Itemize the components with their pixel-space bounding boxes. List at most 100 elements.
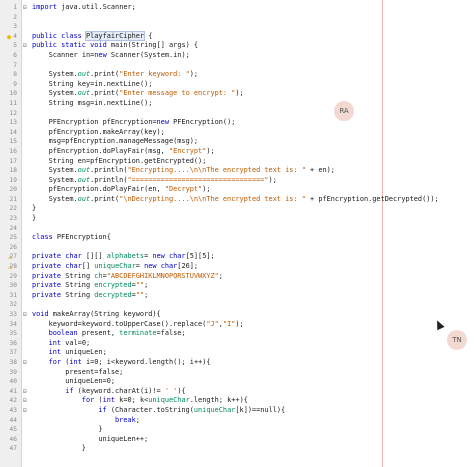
fold-collapse-icon[interactable]: ⊟	[23, 388, 27, 396]
code-token: ++){	[193, 357, 211, 366]
code-line[interactable]: 47 }	[0, 444, 474, 454]
code-token: );	[235, 319, 244, 328]
code-text: System.out.print("Enter message to encry…	[32, 89, 244, 99]
code-line[interactable]: 43 ⊟ if (Character.toString(uniqueChar[k]…	[0, 406, 474, 416]
fold-collapse-icon[interactable]: ⊟	[23, 311, 27, 319]
code-line[interactable]: 21 System.out.print("\nDecrypting....\n\…	[0, 195, 474, 205]
code-text: String en=pfEncryption.getEncrypted();	[32, 157, 207, 167]
code-token: toUpperCase	[115, 319, 161, 328]
code-line[interactable]: 5 ⊟ public static void main(String[] args)…	[0, 41, 474, 51]
code-token: ) {	[185, 41, 199, 50]
code-line[interactable]: 24	[0, 224, 474, 234]
code-line[interactable]: 11 String msg=in.nextLine();	[0, 99, 474, 109]
code-line[interactable]: 34 keyword=keyword.toUpperCase().replace…	[0, 320, 474, 330]
code-editor[interactable]: 1 ⊟ import java.util.Scanner; 2 3 4 ● public cl…	[0, 0, 474, 454]
code-line[interactable]: 20 pfEncryption.doPlayFair(en, "Decrypt"…	[0, 185, 474, 195]
collaborator-avatar-ra[interactable]: RA	[334, 101, 354, 121]
code-line[interactable]: 27 ⚠ private char [][] alphabets= new char…	[0, 252, 474, 262]
code-line[interactable]: 9 String key=in.nextLine();	[0, 80, 474, 90]
code-line[interactable]: 2	[0, 13, 474, 23]
code-line[interactable]: 46 uniqueLen++;	[0, 435, 474, 445]
fold-collapse-icon[interactable]: ⊟	[23, 407, 27, 415]
keyword: private	[32, 262, 62, 271]
code-line[interactable]: 23}	[0, 214, 474, 224]
code-line[interactable]: 10 System.out.print("Enter message to en…	[0, 89, 474, 99]
field-name: uniqueChar	[148, 396, 190, 405]
code-line[interactable]: 39 present=false;	[0, 368, 474, 378]
code-text: keyword=keyword.toUpperCase().replace("J…	[32, 320, 244, 330]
code-line[interactable]: 12	[0, 109, 474, 119]
code-line[interactable]: 19 System.out.println("=================…	[0, 176, 474, 186]
string-literal: "Encrypt"	[168, 146, 207, 155]
code-line[interactable]: 32	[0, 300, 474, 310]
code-line[interactable]: 33 ⊟ void makeArray(String keyword){	[0, 310, 474, 320]
code-text: private String ch="ABCDEFGHIKLMNOPQRSTUV…	[32, 272, 223, 282]
code-line[interactable]: 37 int uniqueLen;	[0, 348, 474, 358]
code-text: int uniqueLen;	[32, 348, 107, 358]
fold-collapse-icon[interactable]: ⊟	[23, 359, 27, 367]
code-line[interactable]: 6 Scanner in=new Scanner(System.in);	[0, 51, 474, 61]
code-line[interactable]: 4 ● public class PlayfairCipher {	[0, 30, 474, 42]
code-line[interactable]: 36 int val=0;	[0, 339, 474, 349]
code-line[interactable]: 44 break;	[0, 416, 474, 426]
code-line[interactable]: 30 private String encrypted="";	[0, 281, 474, 291]
code-token: System	[144, 50, 169, 59]
code-line[interactable]: 17 String en=pfEncryption.getEncrypted()…	[0, 157, 474, 167]
code-text: }	[32, 204, 36, 214]
keyword: public	[32, 31, 57, 40]
code-line[interactable]: 15 msg=pfEncryption.manageMessage(msg);	[0, 137, 474, 147]
code-line[interactable]: 28 ⚠ private char[] uniqueChar= new char[2…	[0, 262, 474, 272]
keyword: class	[61, 31, 82, 40]
line-number: 37	[9, 349, 17, 357]
code-text: Scanner in=new Scanner(System.in);	[32, 51, 190, 61]
code-line[interactable]: 22}	[0, 204, 474, 214]
code-line[interactable]: 40 uniqueLen=0;	[0, 377, 474, 387]
code-line[interactable]: 38 ⊟ for (int i=0; i<keyword.length(); i+…	[0, 358, 474, 368]
code-line[interactable]: 16 pfEncryption.doPlayFair(msg, "Encrypt…	[0, 147, 474, 157]
code-line[interactable]: 31 private String decrypted="";	[0, 291, 474, 301]
code-line[interactable]: 14 pfEncryption.makeArray(key);	[0, 128, 474, 138]
code-token: pfEncryption	[65, 137, 116, 146]
code-token: doPlayFair	[102, 146, 145, 155]
code-line[interactable]: 26	[0, 243, 474, 253]
code-line[interactable]: 41 ⊟ if (keyword.charAt(i)!= ' '){	[0, 387, 474, 397]
line-number: 22	[9, 205, 17, 213]
fold-collapse-icon[interactable]: ⊟	[23, 4, 27, 12]
code-line[interactable]: 35 boolean present, terminate=false;	[0, 329, 474, 339]
code-line[interactable]: 25 class PFEncryption{	[0, 233, 474, 243]
code-line[interactable]: 29 private String ch="ABCDEFGHIKLMNOPQRST…	[0, 272, 474, 282]
code-line[interactable]: 13 PFEncryption pfEncryption=new PFEncry…	[0, 118, 474, 128]
code-token: val	[65, 338, 78, 347]
code-line[interactable]: 1 ⊟ import java.util.Scanner;	[0, 3, 474, 13]
code-token: ();	[139, 98, 153, 107]
line-number: 36	[9, 339, 17, 347]
code-line[interactable]: 3	[0, 22, 474, 32]
code-line[interactable]: 18 System.out.println("Encrypting....\n\…	[0, 166, 474, 176]
code-token: =0;	[77, 338, 91, 347]
code-token: );	[181, 50, 190, 59]
string-literal: ""	[135, 281, 145, 290]
code-token: (	[106, 405, 116, 414]
line-number: 45	[9, 426, 17, 434]
code-line[interactable]: 7	[0, 61, 474, 71]
code-text: for (int i=0; i<keyword.length(); i++){	[32, 358, 211, 368]
code-token: ){	[177, 386, 186, 395]
code-token: manageMessage	[119, 137, 174, 146]
line-number: 19	[9, 176, 17, 184]
fold-collapse-icon[interactable]: ⊟	[23, 42, 27, 50]
line-number: 2	[13, 13, 17, 21]
code-line[interactable]: 42 ⊟ for (int k=0; k<uniqueChar.length; k…	[0, 396, 474, 406]
code-line[interactable]: 8 System.out.print("Enter keyword: ");	[0, 70, 474, 80]
collaborator-avatar-tn[interactable]: TN	[447, 330, 467, 350]
code-token: System	[48, 194, 74, 203]
code-token: en	[148, 185, 157, 194]
fold-collapse-icon[interactable]: ⊟	[23, 397, 27, 405]
code-line[interactable]: 45 }	[0, 425, 474, 435]
code-token: =0;	[90, 357, 107, 366]
line-number: 7	[13, 61, 17, 69]
code-token: ,	[110, 329, 120, 338]
code-text: System.out.println("====================…	[32, 176, 277, 186]
